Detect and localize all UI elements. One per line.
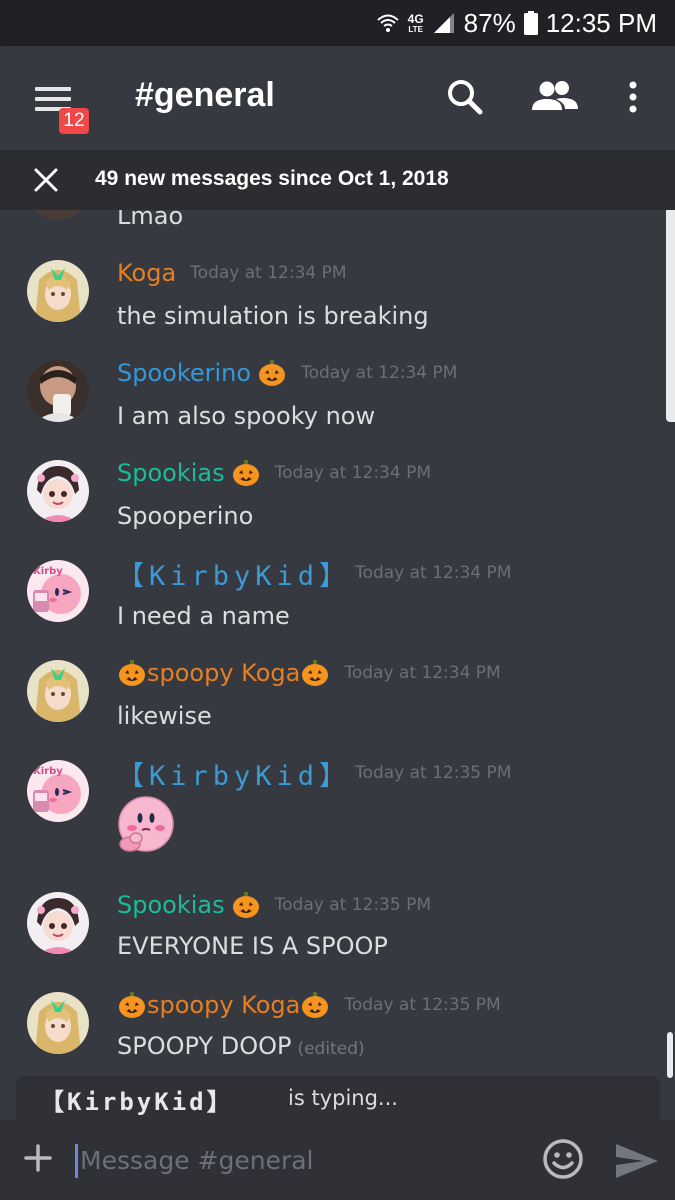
more-options-icon[interactable] [626, 80, 640, 114]
message-header: 【KirbyKid】 Today at 12:34 PM [117, 554, 512, 593]
send-icon[interactable] [614, 1142, 660, 1180]
network-type: 4G LTE [408, 13, 424, 34]
message-header: spoopy Koga Today at 12:35 PM [117, 988, 501, 1022]
author-name[interactable]: 【KirbyKid】 [117, 554, 351, 593]
emoji-picker-icon[interactable] [542, 1138, 584, 1180]
new-messages-bar[interactable]: 49 new messages since Oct 1, 2018 [0, 150, 675, 210]
pumpkin-icon [302, 660, 329, 686]
message-header: Spookias Today at 12:35 PM [117, 888, 431, 922]
text-caret [75, 1144, 78, 1178]
thinking-kirby-emoji[interactable] [116, 796, 176, 856]
close-icon[interactable] [30, 164, 62, 196]
message-content: I need a name [117, 602, 290, 630]
avatar[interactable] [27, 892, 89, 954]
author-name[interactable]: Spookias [117, 459, 225, 487]
svg-text:Kirby: Kirby [33, 766, 63, 777]
timestamp: Today at 12:35 PM [355, 763, 512, 783]
message-content: EVERYONE IS A SPOOP [117, 932, 388, 960]
svg-text:Kirby: Kirby [33, 566, 63, 577]
avatar[interactable] [27, 992, 89, 1054]
timestamp: Today at 12:35 PM [274, 895, 431, 915]
pumpkin-icon [232, 892, 259, 918]
avatar[interactable] [27, 660, 89, 722]
timestamp: Today at 12:34 PM [190, 263, 347, 283]
typing-user: 【KirbyKid】 [40, 1088, 234, 1116]
message-header: Spookerino Today at 12:34 PM [117, 356, 457, 390]
author-name[interactable]: Spookias [117, 891, 225, 919]
network-sub-label: LTE [408, 24, 423, 34]
signal-icon [433, 13, 454, 33]
author-name[interactable]: spoopy Koga [147, 659, 300, 687]
message-content: Spooperino [117, 502, 254, 530]
pumpkin-icon [119, 660, 145, 686]
message-content: the simulation is breaking [117, 302, 429, 330]
avatar[interactable] [27, 360, 89, 422]
author-name[interactable]: Koga [117, 259, 176, 287]
battery-icon [523, 11, 538, 35]
message-content: I am also spooky now [117, 402, 376, 430]
battery-percent: 87% [463, 7, 516, 38]
message-content: likewise [117, 702, 212, 730]
scrollbar-thumb[interactable] [666, 200, 675, 422]
pumpkin-icon [302, 992, 329, 1018]
pumpkin-icon [259, 360, 286, 386]
timestamp: Today at 12:34 PM [344, 663, 501, 683]
message-text: SPOOPY DOOP [117, 1032, 292, 1060]
edited-label: (edited) [297, 1039, 365, 1059]
network-label: 4G [407, 11, 424, 26]
timestamp: Today at 12:35 PM [344, 995, 501, 1015]
typing-indicator: 【KirbyKid】 is typing... [16, 1076, 660, 1120]
members-icon[interactable] [532, 80, 578, 112]
message-header: 【KirbyKid】 Today at 12:35 PM [117, 754, 512, 793]
message-input[interactable] [80, 1140, 520, 1180]
menu-icon [35, 87, 71, 91]
add-attachment-button[interactable] [20, 1140, 56, 1176]
search-icon[interactable] [446, 78, 484, 116]
timestamp: Today at 12:34 PM [355, 563, 512, 583]
avatar[interactable] [27, 260, 89, 322]
message-composer [0, 1120, 675, 1200]
pumpkin-icon [119, 992, 145, 1018]
clock: 12:35 PM [545, 7, 657, 38]
unread-badge: 12 [59, 108, 89, 134]
scrollbar-thumb-secondary[interactable] [667, 1032, 673, 1078]
menu-button[interactable]: 12 [30, 76, 90, 134]
message-header: Spookias Today at 12:34 PM [117, 456, 431, 490]
author-name[interactable]: Spookerino [117, 359, 251, 387]
new-messages-text[interactable]: 49 new messages since Oct 1, 2018 [95, 167, 449, 191]
status-bar: 4G LTE 87% 12:35 PM [0, 0, 675, 46]
wifi-icon [376, 14, 399, 32]
timestamp: Today at 12:34 PM [274, 463, 431, 483]
avatar[interactable]: Kirby [27, 560, 89, 622]
author-name[interactable]: spoopy Koga [147, 991, 300, 1019]
channel-header: 12 #general [0, 46, 675, 150]
discord-app: Lmao Koga Today at 12:34 PM the simulati… [0, 0, 675, 1200]
message-header: Koga Today at 12:34 PM [117, 256, 347, 290]
menu-icon-bar [35, 97, 71, 101]
timestamp: Today at 12:34 PM [301, 363, 458, 383]
avatar[interactable] [27, 460, 89, 522]
pumpkin-icon [232, 460, 259, 486]
avatar[interactable]: Kirby [27, 760, 89, 822]
message-content: SPOOPY DOOP (edited) [117, 1032, 365, 1060]
author-name[interactable]: 【KirbyKid】 [117, 754, 351, 793]
message-header: spoopy Koga Today at 12:34 PM [117, 656, 501, 690]
channel-title: #general [135, 76, 275, 114]
typing-text: is typing... [288, 1086, 398, 1110]
